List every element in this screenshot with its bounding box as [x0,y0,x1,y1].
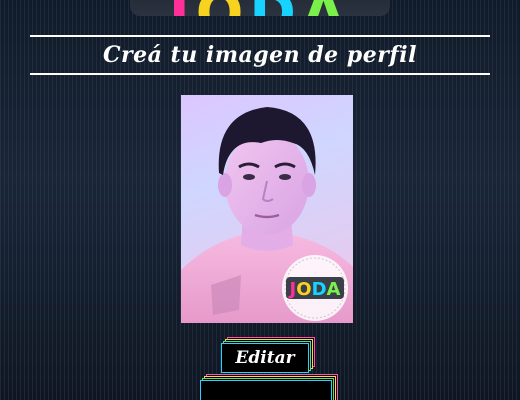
edit-button-label: Editar [235,348,295,368]
title-bar: Creá tu imagen de perfil [30,35,490,75]
logo-letter-j: J [169,0,196,16]
badge-letters: JODA [288,279,341,300]
secondary-button-face [200,380,332,400]
edit-button[interactable]: Editar [221,337,315,373]
logo-letter-a: A [302,0,351,16]
secondary-action-button[interactable] [200,374,338,400]
logo-letters: JODA [130,0,390,16]
joda-logo: JODA [130,0,390,16]
logo-letter-o: O [196,0,250,16]
page-title: Creá tu imagen de perfil [103,42,417,68]
edit-button-face: Editar [221,343,309,373]
logo-letter-d: D [249,0,301,16]
joda-badge-icon: JODA [278,253,352,323]
